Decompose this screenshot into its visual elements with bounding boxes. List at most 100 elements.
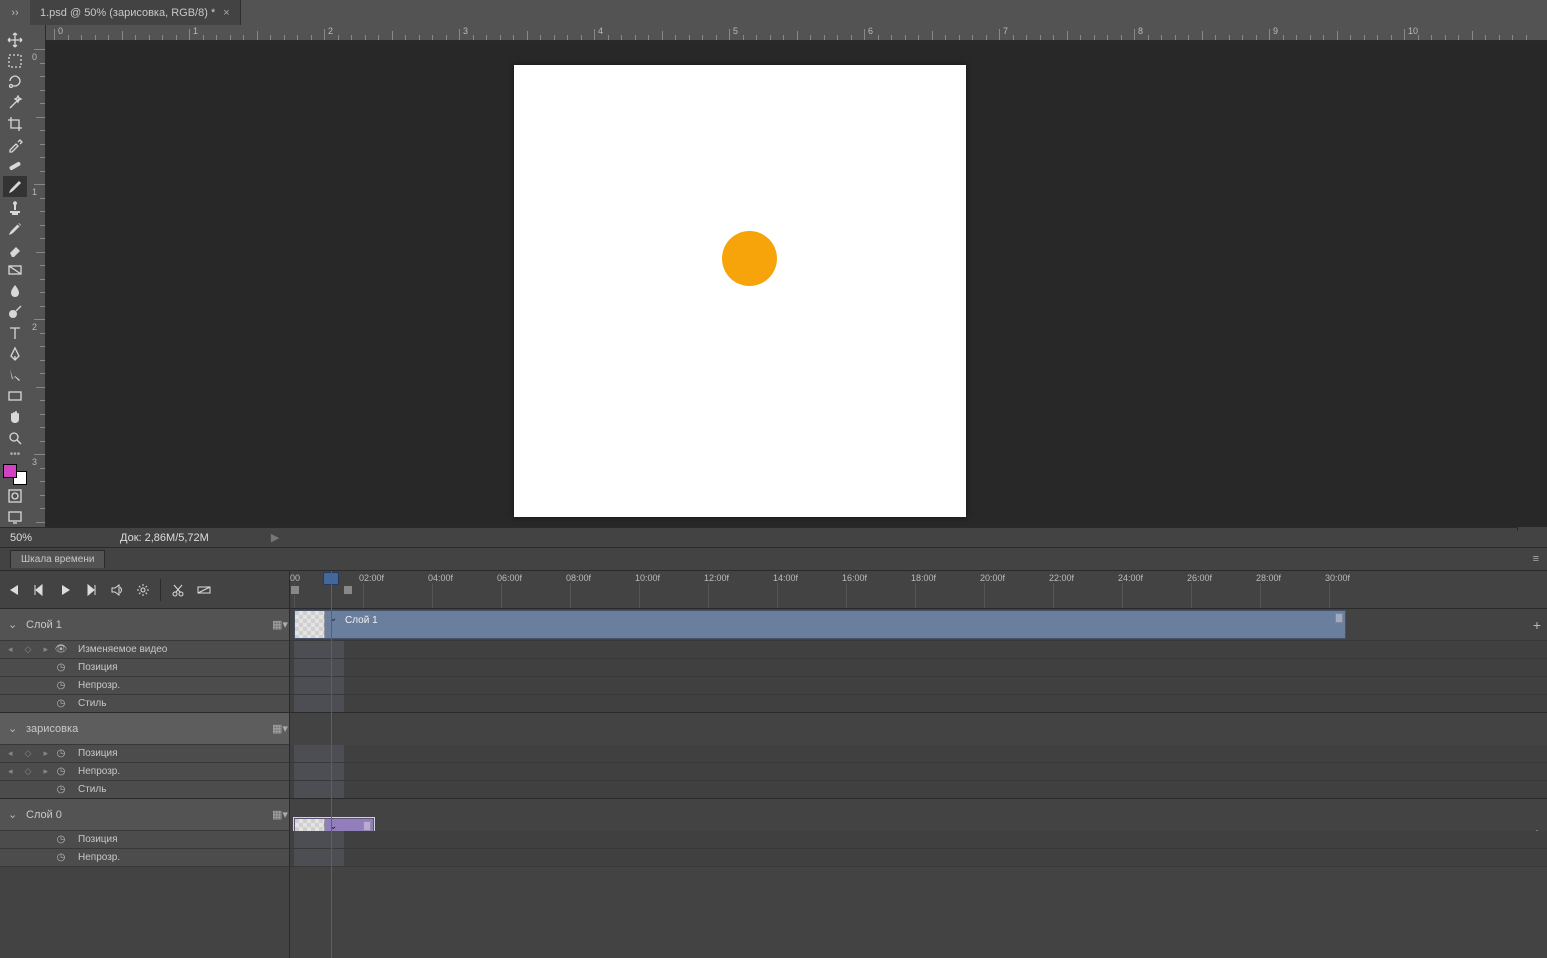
track-name-label: зарисовка: [22, 723, 271, 735]
type-tool[interactable]: [3, 323, 27, 344]
prev-keyframe-icon[interactable]: ◂: [8, 644, 13, 655]
timeline-settings-button[interactable]: [130, 577, 156, 603]
crop-tool[interactable]: [3, 114, 27, 135]
property-lane[interactable]: [290, 677, 1547, 695]
eyedropper-tool[interactable]: [3, 135, 27, 156]
history-brush-tool[interactable]: [3, 218, 27, 239]
brush-tool[interactable]: [3, 176, 27, 197]
next-keyframe-icon[interactable]: ▸: [43, 766, 48, 777]
play-button[interactable]: [52, 577, 78, 603]
ruler-vertical[interactable]: 0123: [30, 41, 46, 527]
next-keyframe-icon[interactable]: ▸: [43, 644, 48, 655]
close-tab-icon[interactable]: ×: [223, 7, 229, 19]
stopwatch-icon[interactable]: ◷: [52, 748, 70, 759]
document-tab[interactable]: 1.psd @ 50% (зарисовка, RGB/8) * ×: [30, 0, 241, 25]
eraser-tool[interactable]: [3, 239, 27, 260]
move-tool[interactable]: [3, 30, 27, 51]
healing-brush-tool[interactable]: [3, 155, 27, 176]
time-ruler[interactable]: 0002:00f04:00f06:00f08:00f10:00f12:00f14…: [290, 571, 1547, 609]
property-lane[interactable]: [290, 745, 1547, 763]
track-property-row[interactable]: ◷Непрозр.: [0, 677, 289, 695]
timeline-panel-tab[interactable]: Шкала времени: [10, 550, 105, 568]
track-header[interactable]: ⌄ Слой 0 ▦▾: [0, 799, 289, 831]
lasso-tool[interactable]: [3, 72, 27, 93]
blur-tool[interactable]: [3, 281, 27, 302]
work-area-in[interactable]: [290, 585, 300, 595]
prev-keyframe-icon[interactable]: ◂: [8, 748, 13, 759]
stopwatch-icon[interactable]: ◷: [52, 852, 70, 863]
marquee-tool[interactable]: [3, 51, 27, 72]
document-info[interactable]: Док: 2,86M/5,72M: [70, 532, 209, 544]
add-keyframe-icon[interactable]: ◇: [25, 766, 32, 777]
track-options-icon[interactable]: ▦▾: [271, 720, 289, 738]
add-media-button[interactable]: +: [1533, 617, 1541, 633]
disclosure-icon[interactable]: ⌄: [8, 618, 22, 631]
track-property-row[interactable]: ◂◇▸👁Изменяемое видео: [0, 641, 289, 659]
add-keyframe-icon[interactable]: ◇: [25, 644, 32, 655]
stopwatch-icon[interactable]: ◷: [52, 680, 70, 691]
stopwatch-icon[interactable]: ◷: [52, 662, 70, 673]
track-options-icon[interactable]: ▦▾: [271, 616, 289, 634]
zoom-tool[interactable]: [3, 427, 27, 448]
property-lane[interactable]: [290, 659, 1547, 677]
stopwatch-icon[interactable]: ◷: [52, 784, 70, 795]
pen-tool[interactable]: [3, 344, 27, 365]
track-options-icon[interactable]: ▦▾: [271, 806, 289, 824]
track-property-row[interactable]: ◷Позиция: [0, 831, 289, 849]
split-clip-button[interactable]: [165, 577, 191, 603]
next-frame-button[interactable]: [78, 577, 104, 603]
time-ruler-label: 20:00f: [980, 573, 1005, 583]
magic-wand-tool[interactable]: [3, 93, 27, 114]
disclosure-icon[interactable]: ⌄: [8, 722, 22, 735]
status-flyout-icon[interactable]: ▶: [271, 531, 279, 544]
more-tools-icon[interactable]: •••: [3, 448, 27, 460]
track-property-row[interactable]: ◂◇▸◷Непрозр.: [0, 763, 289, 781]
screen-mode-icon[interactable]: [3, 506, 27, 527]
track-property-row[interactable]: ◷Стиль: [0, 695, 289, 713]
property-lane[interactable]: [290, 763, 1547, 781]
hand-tool[interactable]: [3, 406, 27, 427]
dodge-tool[interactable]: [3, 302, 27, 323]
shape-tool[interactable]: [3, 385, 27, 406]
track-lane[interactable]: ⌄ Слой 1 +: [290, 609, 1547, 641]
next-keyframe-icon[interactable]: ▸: [43, 748, 48, 759]
path-select-tool[interactable]: [3, 365, 27, 386]
property-lane[interactable]: [290, 641, 1547, 659]
gradient-tool[interactable]: [3, 260, 27, 281]
ruler-horizontal[interactable]: 012345678910: [46, 25, 1547, 41]
time-ruler-label: 02:00f: [359, 573, 384, 583]
track-header[interactable]: ⌄ Слой 1 ▦▾: [0, 609, 289, 641]
track-property-row[interactable]: ◂◇▸◷Позиция: [0, 745, 289, 763]
property-lane[interactable]: [290, 781, 1547, 799]
add-keyframe-icon[interactable]: ◇: [25, 748, 32, 759]
panel-menu-icon[interactable]: ≡: [1533, 553, 1539, 565]
clip[interactable]: ⌄ Слой 1: [294, 610, 1346, 639]
foreground-color-swatch[interactable]: [3, 464, 17, 478]
stopwatch-icon[interactable]: ◷: [52, 766, 70, 777]
property-lane[interactable]: [290, 831, 1547, 849]
quick-mask-icon[interactable]: [3, 485, 27, 506]
clip-end-handle[interactable]: [1335, 613, 1343, 623]
visibility-icon[interactable]: 👁: [52, 644, 70, 655]
stopwatch-icon[interactable]: ◷: [52, 834, 70, 845]
color-swatches[interactable]: [3, 464, 27, 485]
work-area-out[interactable]: [343, 585, 353, 595]
go-to-start-button[interactable]: [0, 577, 26, 603]
clip-end-handle[interactable]: [363, 821, 371, 831]
transition-button[interactable]: [191, 577, 217, 603]
track-property-row[interactable]: ◷Стиль: [0, 781, 289, 799]
track-header[interactable]: ⌄ зарисовка ▦▾: [0, 713, 289, 745]
prev-keyframe-icon[interactable]: ◂: [8, 766, 13, 777]
zoom-level[interactable]: 50%: [0, 532, 70, 544]
disclosure-icon[interactable]: ⌄: [8, 808, 22, 821]
mute-button[interactable]: [104, 577, 130, 603]
track-property-row[interactable]: ◷Непрозр.: [0, 849, 289, 867]
property-lane[interactable]: [290, 849, 1547, 867]
prev-frame-button[interactable]: [26, 577, 52, 603]
property-lane[interactable]: [290, 695, 1547, 713]
stamp-tool[interactable]: [3, 197, 27, 218]
track-property-row[interactable]: ◷Позиция: [0, 659, 289, 677]
expand-panels-icon[interactable]: ››: [0, 0, 30, 25]
canvas-viewport[interactable]: [46, 41, 1547, 527]
stopwatch-icon[interactable]: ◷: [52, 698, 70, 709]
